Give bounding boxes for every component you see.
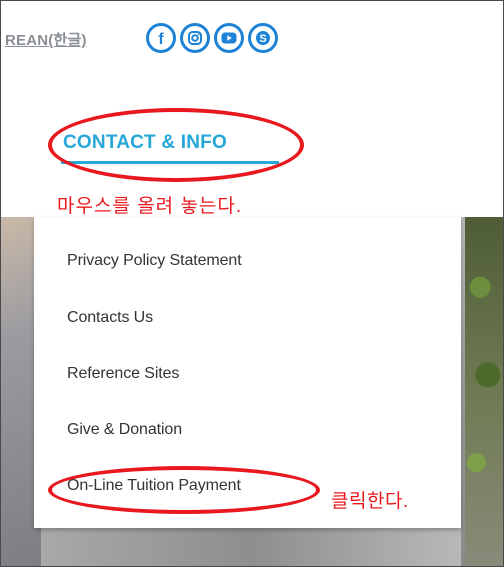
skype-icon[interactable]: S <box>248 23 278 53</box>
youtube-glyph <box>221 32 237 44</box>
menu-item-give-donation[interactable]: Give & Donation <box>67 421 182 439</box>
menu-item-contacts-us[interactable]: Contacts Us <box>67 309 153 327</box>
facebook-icon[interactable]: f <box>146 23 176 53</box>
facebook-glyph: f <box>158 31 164 46</box>
svg-text:f: f <box>158 31 164 46</box>
hover-annotation: 마우스를 올려 놓는다. <box>57 196 243 217</box>
menu-item-privacy-policy[interactable]: Privacy Policy Statement <box>67 252 242 270</box>
instagram-icon[interactable] <box>180 23 210 53</box>
svg-text:S: S <box>259 33 266 45</box>
click-highlight-ellipse <box>48 466 320 514</box>
photo-trees <box>465 217 503 566</box>
click-annotation: 클릭한다. <box>331 491 409 512</box>
youtube-icon[interactable] <box>214 23 244 53</box>
instagram-glyph <box>188 31 202 45</box>
skype-glyph: S <box>256 31 270 45</box>
menu-item-reference-sites[interactable]: Reference Sites <box>67 365 179 383</box>
social-icons: f S <box>146 23 278 53</box>
photo-bottom-strip <box>41 527 461 566</box>
language-link-korean[interactable]: REAN(한글) <box>5 29 87 50</box>
nav-highlight-ellipse <box>48 108 304 182</box>
screenshot-frame: REAN(한글) f S CONTACT & INFO 마우스를 올려 놓는다.… <box>0 0 504 567</box>
